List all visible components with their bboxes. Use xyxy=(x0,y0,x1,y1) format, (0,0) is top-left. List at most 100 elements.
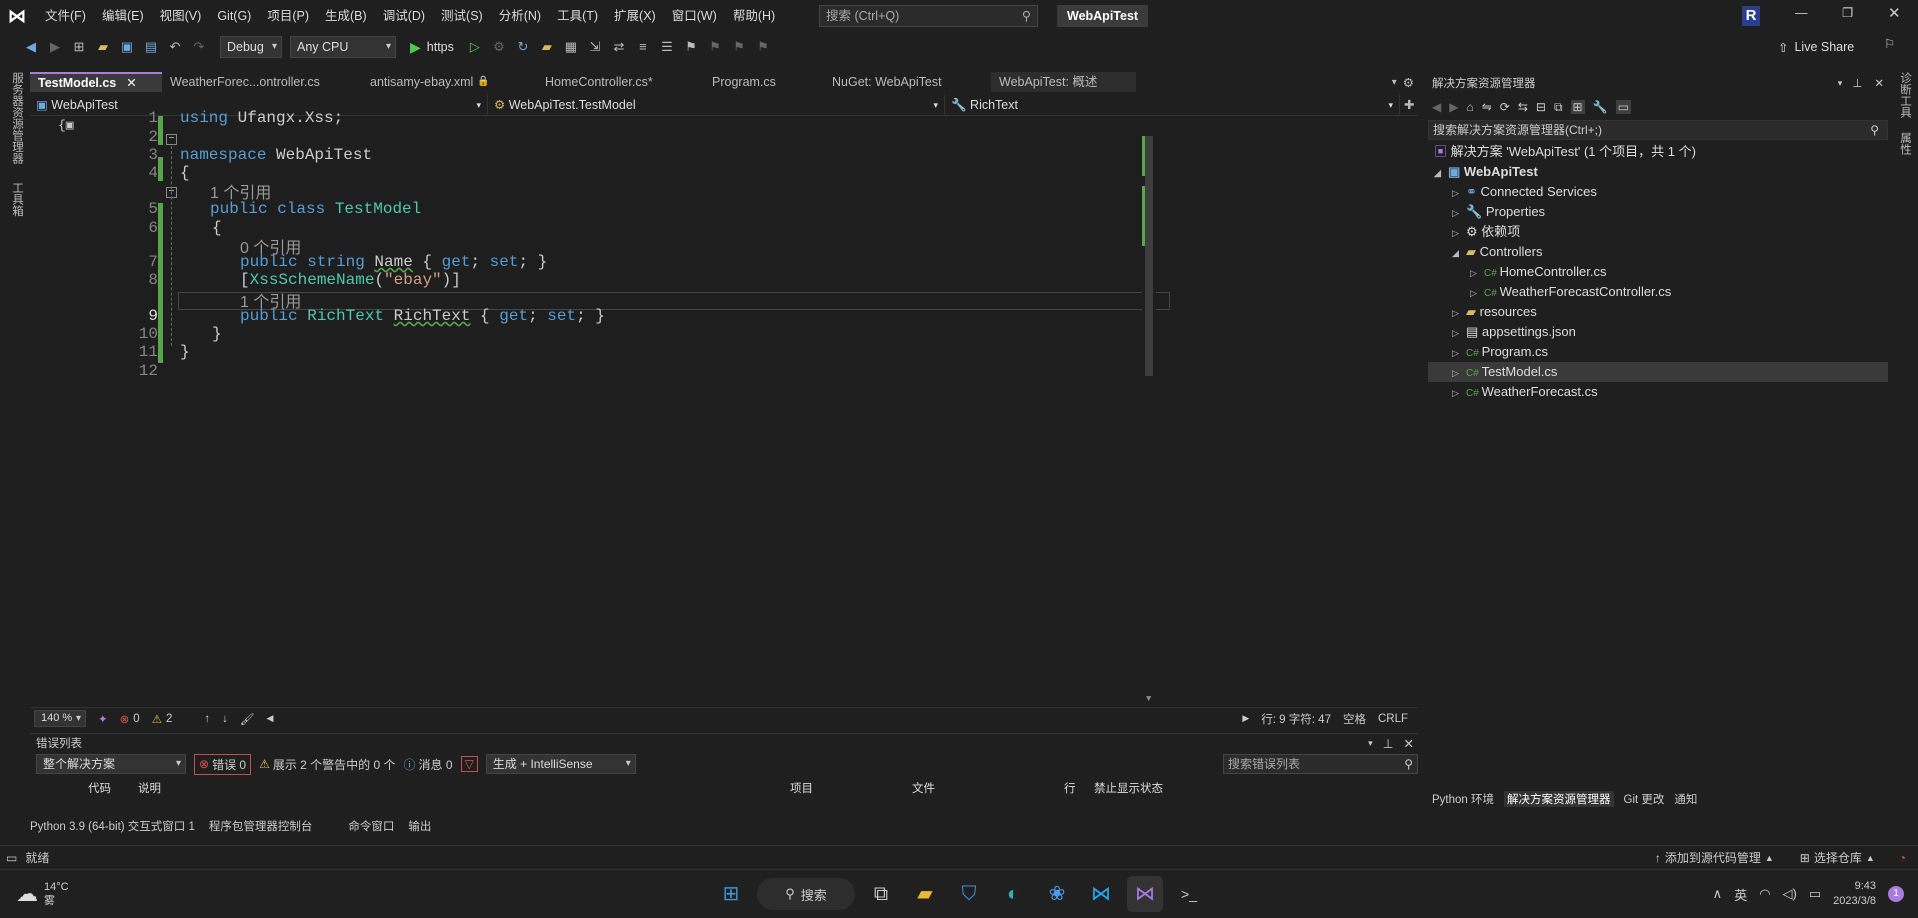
tray-overflow-icon[interactable]: ∧ xyxy=(1713,886,1723,902)
store-icon[interactable]: ⛉ xyxy=(951,876,987,912)
copy-icon[interactable]: ⧉ xyxy=(1554,100,1563,115)
battery-icon[interactable]: ▭ xyxy=(1809,886,1821,902)
errors-filter-button[interactable]: ⊗ 错误 0 xyxy=(194,753,252,775)
redo-icon[interactable]: ↷ xyxy=(188,36,210,58)
menu-tools[interactable]: 工具(T) xyxy=(549,0,606,32)
tab-weatherforecastcontroller[interactable]: WeatherForec...ontroller.cs xyxy=(162,72,362,92)
pin-icon[interactable]: ⊥ xyxy=(1852,76,1862,90)
taskbar-search-button[interactable]: ⚲ 搜索 xyxy=(757,878,855,910)
vscode-icon[interactable]: ⋈ xyxy=(1083,876,1119,912)
column-description[interactable]: 说明 xyxy=(138,780,790,796)
spacing-mode[interactable]: 空格 xyxy=(1343,711,1366,727)
warning-count[interactable]: ⚠ 2 xyxy=(152,712,173,726)
menu-view[interactable]: 视图(V) xyxy=(152,0,210,32)
warnings-filter-button[interactable]: ⚠ 展示 2 个警告中的 0 个 xyxy=(259,756,395,773)
tab-settings-icon[interactable]: ⚙ xyxy=(1403,75,1414,90)
tree-project[interactable]: ◢ ▣ WebApiTest xyxy=(1434,162,1538,182)
add-to-source-control-button[interactable]: ↑ 添加到源代码管理 ▲ xyxy=(1655,849,1774,866)
collapsed-icon[interactable]: ▷ xyxy=(1452,303,1466,323)
tab-nuget[interactable]: NuGet: WebApiTest xyxy=(824,72,991,92)
column-line[interactable]: 行 xyxy=(1064,780,1094,796)
tab-git-changes[interactable]: Git 更改 xyxy=(1624,791,1665,807)
live-share-button[interactable]: ⇧ Live Share xyxy=(1778,36,1854,58)
python-app-icon[interactable]: ❀ xyxy=(1039,876,1075,912)
layout-icon[interactable]: ▦ xyxy=(560,36,582,58)
save-icon[interactable]: ▣ xyxy=(116,36,138,58)
split-icon[interactable]: ✚ xyxy=(1404,97,1414,112)
diagnostic-tools-tab[interactable]: 诊断工具 xyxy=(1897,72,1913,118)
collapsed-icon[interactable]: ▷ xyxy=(1452,223,1466,243)
error-search-input[interactable]: 搜索错误列表 ⚲ xyxy=(1223,754,1418,774)
bookmark-icon[interactable]: ⚑ xyxy=(680,36,702,58)
scroll-left-icon[interactable]: ◀ xyxy=(267,713,274,724)
tree-solution[interactable]: ▣ 解决方案 'WebApiTest' (1 个项目，共 1 个) xyxy=(1434,142,1696,162)
collapse-namespace-icon[interactable]: − xyxy=(166,134,177,145)
column-code[interactable]: 代码 xyxy=(30,780,138,796)
filter-icon[interactable]: ▽ xyxy=(460,756,478,772)
tree-item-weatherforecastcontroller[interactable]: ▷ C# WeatherForecastController.cs xyxy=(1470,282,1671,302)
tab-homecontroller[interactable]: HomeController.cs* xyxy=(537,72,704,92)
next-issue-icon[interactable]: ↓ xyxy=(222,713,228,725)
tab-overview[interactable]: WebApiTest: 概述 xyxy=(991,72,1136,92)
clock[interactable]: 9:43 2023/3/8 xyxy=(1833,879,1876,909)
tree-item-program[interactable]: ▷ C# Program.cs xyxy=(1452,342,1548,362)
comment-icon[interactable]: ≡ xyxy=(632,36,654,58)
home-icon[interactable]: ⌂ xyxy=(1466,100,1473,114)
vertical-scrollbar[interactable] xyxy=(1142,116,1156,576)
back-icon[interactable]: ◀ xyxy=(1432,100,1441,114)
menu-help[interactable]: 帮助(H) xyxy=(725,0,783,32)
next-bookmark-icon[interactable]: ⚑ xyxy=(728,36,750,58)
column-suppression[interactable]: 禁止显示状态 xyxy=(1094,780,1163,796)
tab-python-interactive[interactable]: Python 3.9 (64-bit) 交互式窗口 1 xyxy=(30,818,195,834)
edge-icon[interactable]: ◐ xyxy=(995,876,1031,912)
folder-icon[interactable]: ▰ xyxy=(536,36,558,58)
show-all-files-icon[interactable]: ⊞ xyxy=(1570,100,1585,114)
column-file[interactable]: 文件 xyxy=(912,780,1064,796)
feedback-icon[interactable]: ⚐ xyxy=(1884,36,1895,51)
run-icon[interactable]: ▶ xyxy=(410,39,421,56)
tree-item-dependencies[interactable]: ▷ ⚙ 依赖项 xyxy=(1452,222,1520,242)
member-dropdown[interactable]: 🔧 RichText ▾ xyxy=(945,94,1400,115)
server-explorer-tab[interactable]: 服务器资源管理器 xyxy=(9,72,25,164)
history-icon[interactable]: ⟳ xyxy=(1500,100,1510,114)
pin-icon[interactable]: ⊥ xyxy=(1383,736,1394,751)
start-icon[interactable]: ⊞ xyxy=(713,876,749,912)
account-avatar[interactable]: R xyxy=(1742,6,1760,26)
switch-views-icon[interactable]: ⇋ xyxy=(1482,100,1492,114)
zoom-select[interactable]: 140 % xyxy=(34,710,86,727)
save-all-icon[interactable]: ▤ xyxy=(140,36,162,58)
tree-item-connected-services[interactable]: ▷ ⚭ Connected Services xyxy=(1452,182,1597,202)
menu-build[interactable]: 生成(B) xyxy=(317,0,375,32)
collapsed-icon[interactable]: ▷ xyxy=(1452,363,1466,383)
clear-bookmark-icon[interactable]: ⚑ xyxy=(752,36,774,58)
run-without-debug-icon[interactable]: ▷ xyxy=(464,36,486,58)
network-icon[interactable]: ◠ xyxy=(1759,886,1770,902)
run-target-button[interactable]: https xyxy=(427,40,454,54)
tab-testmodel[interactable]: TestModel.cs ✕ xyxy=(30,72,162,92)
platform-select[interactable]: Any CPU xyxy=(290,36,396,58)
menu-file[interactable]: 文件(F) xyxy=(37,0,94,32)
collapsed-icon[interactable]: ▷ xyxy=(1470,263,1484,283)
solution-search-input[interactable]: 搜索解决方案资源管理器(Ctrl+;) ⚲ xyxy=(1428,120,1888,140)
collapsed-icon[interactable]: ▷ xyxy=(1452,203,1466,223)
uncomment-icon[interactable]: ☰ xyxy=(656,36,678,58)
collapse-all-icon[interactable]: ⊟ xyxy=(1536,100,1546,114)
collapsed-icon[interactable]: ▷ xyxy=(1452,323,1466,343)
close-panel-icon[interactable]: ✕ xyxy=(1404,736,1414,751)
prev-issue-icon[interactable]: ↑ xyxy=(204,713,210,725)
error-count[interactable]: ⊗ 0 xyxy=(120,712,140,726)
collapsed-icon[interactable]: ▷ xyxy=(1452,343,1466,363)
maximize-icon[interactable]: ❐ xyxy=(1842,5,1853,20)
panel-menu-icon[interactable]: ▾ xyxy=(1838,78,1843,89)
refresh-icon[interactable]: ↻ xyxy=(512,36,534,58)
config-select[interactable]: Debug xyxy=(220,36,282,58)
tree-item-homecontroller[interactable]: ▷ C# HomeController.cs xyxy=(1470,262,1607,282)
menu-analyze[interactable]: 分析(N) xyxy=(491,0,549,32)
close-panel-icon[interactable]: ✕ xyxy=(1874,76,1884,90)
toolbox-tab[interactable]: 工具箱 xyxy=(9,182,25,217)
column-project[interactable]: 项目 xyxy=(790,780,912,796)
messages-filter-button[interactable]: ⓘ 消息 0 xyxy=(404,756,453,773)
tab-program[interactable]: Program.cs xyxy=(704,72,824,92)
type-dropdown[interactable]: ⚙ WebApiTest.TestModel ▾ xyxy=(488,94,945,115)
menu-extensions[interactable]: 扩展(X) xyxy=(606,0,664,32)
